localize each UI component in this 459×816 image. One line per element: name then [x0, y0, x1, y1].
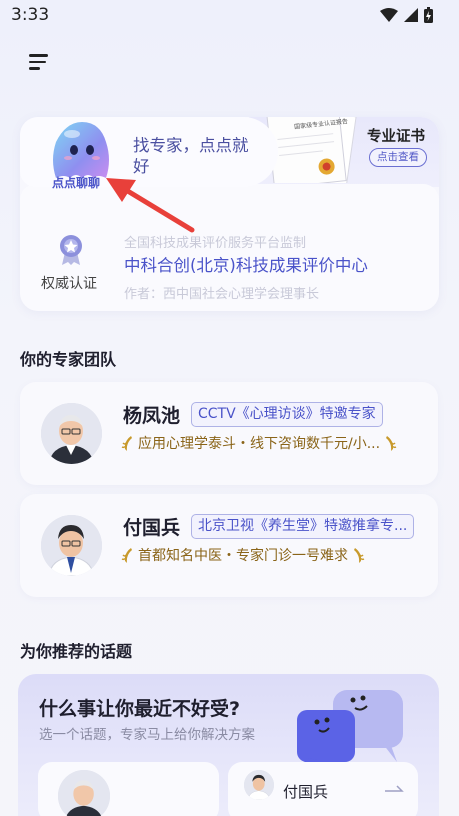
chat-bubbles-icon: [297, 690, 403, 767]
wifi-icon: [380, 8, 398, 22]
menu-button[interactable]: [29, 52, 53, 72]
menu-icon-bar: [29, 60, 46, 64]
status-time: 3:33: [11, 5, 50, 25]
expert-tag: 北京卫视《养生堂》特邀推拿专...: [191, 514, 415, 539]
auth-line-top: 全国科技成果评价服务平台监制: [124, 236, 307, 251]
laurel-left-icon: [121, 435, 132, 451]
expert-card-0[interactable]: 杨凤池 CCTV《心理访谈》特邀专家 应用心理学泰斗・线下咨询数千元/小...: [20, 382, 438, 485]
avatar: [41, 515, 102, 576]
avatar: [244, 770, 274, 800]
laurel-right-icon: [354, 547, 365, 563]
hero-card: 国家级专业认证报告 专业证书 点击查看 点点聊聊 找专家，点点就好 权威认证 全…: [20, 117, 439, 311]
topic-mini-card-left[interactable]: [38, 762, 219, 816]
auth-label: 权威认证: [41, 276, 97, 292]
topic-mini-card-right[interactable]: 付国兵: [228, 762, 418, 816]
topic-subtitle: 选一个话题，专家马上给你解决方案: [39, 727, 255, 743]
menu-icon-bar: [29, 67, 40, 70]
auth-line-bottom: 作者：西中国社会心理学会理事长: [124, 287, 320, 302]
avatar: [58, 770, 110, 816]
cert-title: 专业证书: [367, 129, 425, 145]
auth-line-main: 中科合创(北京)科技成果评价中心: [124, 256, 368, 275]
expert-desc-row: 应用心理学泰斗・线下咨询数千元/小...: [121, 433, 397, 453]
laurel-left-icon: [121, 547, 132, 563]
mascot-label: 点点聊聊: [52, 176, 101, 190]
signal-icon: [404, 8, 418, 22]
status-icons: [380, 7, 433, 23]
arrow-right-icon[interactable]: [384, 784, 404, 794]
expert-desc-row: 首都知名中医・专家门诊一号难求: [121, 545, 365, 565]
view-cert-button[interactable]: 点击查看: [369, 148, 427, 167]
expert-tag: CCTV《心理访谈》特邀专家: [191, 402, 383, 427]
experts-section-title: 你的专家团队: [20, 350, 117, 369]
expert-name: 杨凤池: [123, 405, 181, 427]
topics-section-title: 为你推荐的话题: [20, 642, 133, 661]
avatar: [41, 403, 102, 464]
expert-card-1[interactable]: 付国兵 北京卫视《养生堂》特邀推拿专... 首都知名中医・专家门诊一号难求: [20, 494, 438, 597]
battery-icon: [424, 7, 433, 23]
menu-icon-bar: [29, 54, 48, 57]
expert-name: 付国兵: [123, 517, 181, 539]
topic-mini-name: 付国兵: [283, 783, 329, 801]
topic-title: 什么事让你最近不好受?: [39, 698, 241, 720]
topic-card: 什么事让你最近不好受? 选一个话题，专家马上给你解决方案 付国兵: [18, 674, 439, 816]
mascot-bubble[interactable]: 点点聊聊 找专家，点点就好: [20, 117, 278, 190]
status-bar: 3:33: [0, 0, 459, 32]
laurel-right-icon: [386, 435, 397, 451]
expert-desc: 应用心理学泰斗・线下咨询数千元/小...: [138, 436, 381, 452]
medal-icon: [60, 235, 82, 265]
find-expert-prompt: 找专家，点点就好: [133, 136, 249, 176]
expert-desc: 首都知名中医・专家门诊一号难求: [138, 548, 348, 564]
